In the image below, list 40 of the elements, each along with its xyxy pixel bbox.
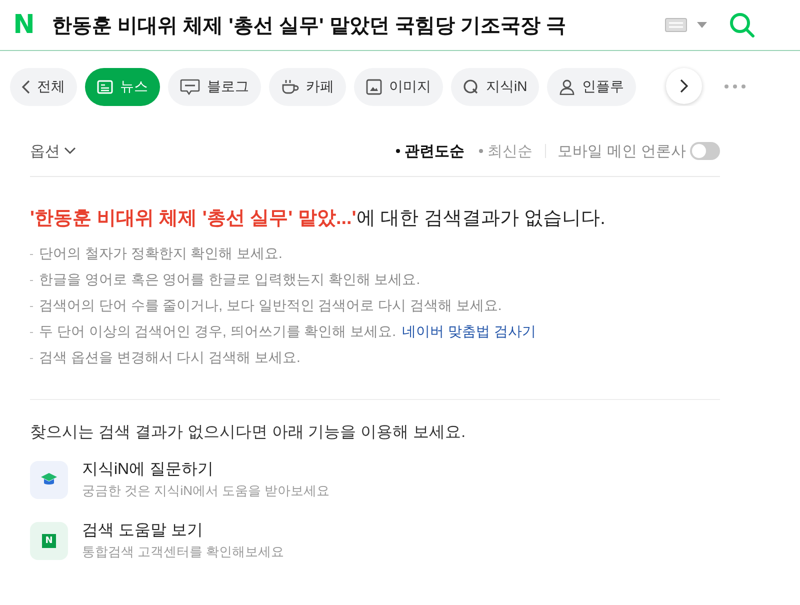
- q-search-icon: [463, 79, 479, 95]
- tab[interactable]: 블로그: [168, 68, 261, 106]
- toggle-label: 모바일 메인 언론사: [558, 142, 686, 160]
- more-icon[interactable]: [724, 84, 746, 89]
- image-icon: [366, 79, 382, 95]
- options-dropdown[interactable]: 옵션: [30, 142, 76, 160]
- help-description: 궁금한 것은 지식iN에서 도움을 받아보세요: [82, 482, 330, 500]
- help-badge-icon[interactable]: N: [30, 522, 68, 560]
- search-query[interactable]: 한동훈 비대위 체제 '총선 실무' 맡았던 국힘당 기조국장 극: [52, 12, 657, 38]
- help-heading: 찾으시는 검색 결과가 없으시다면 아래 기능을 이용해 보세요.: [30, 423, 467, 443]
- tab[interactable]: 전체: [10, 68, 77, 106]
- spell-checker-link[interactable]: 네이버 맞춤법 검사기: [402, 323, 536, 341]
- speech-bubble-icon: [180, 79, 200, 95]
- hint-text: 한글을 영어로 혹은 영어를 한글로 입력했는지 확인해 보세요.: [39, 271, 420, 289]
- newspaper-icon: [97, 80, 113, 94]
- person-icon: [559, 79, 576, 95]
- chevron-right-icon: [680, 79, 688, 93]
- toggle-switch[interactable]: [690, 142, 720, 160]
- no-results-message: 에 대한 검색결과가 없습니다.: [356, 207, 606, 231]
- help-link[interactable]: 검색 도움말 보기: [82, 520, 284, 541]
- tab[interactable]: 인플루: [547, 68, 636, 106]
- sort-option[interactable]: 관련도순: [396, 142, 465, 160]
- hint-text: 검색 옵션을 변경해서 다시 검색해 보세요.: [39, 349, 300, 367]
- tab[interactable]: 이미지: [354, 68, 443, 106]
- hint-text: 단어의 철자가 정확한지 확인해 보세요.: [39, 245, 282, 263]
- keyboard-icon[interactable]: [665, 18, 687, 32]
- caret-icon[interactable]: [697, 22, 707, 28]
- hint-text: 두 단어 이상의 검색어인 경우, 띄어쓰기를 확인해 보세요.: [39, 323, 396, 341]
- graduation-cap-icon[interactable]: [30, 460, 68, 498]
- help-description: 통합검색 고객센터를 확인해보세요: [82, 543, 284, 561]
- chevron-down-icon: [64, 147, 76, 155]
- search-icon[interactable]: [729, 12, 755, 38]
- help-link[interactable]: 지식iN에 질문하기: [82, 459, 330, 480]
- cup-icon: [281, 79, 299, 95]
- tab[interactable]: 카페: [269, 68, 346, 106]
- search-query: '한동훈 비대위 체제 '총선 실무' 맡았...': [30, 207, 356, 231]
- next-button[interactable]: [666, 68, 702, 104]
- hint-text: 검색어의 단어 수를 줄이거나, 보다 일반적인 검색어로 다시 검색해 보세요.: [39, 297, 502, 315]
- tab[interactable]: 지식iN: [451, 68, 540, 106]
- chevron-left-icon: [22, 80, 30, 94]
